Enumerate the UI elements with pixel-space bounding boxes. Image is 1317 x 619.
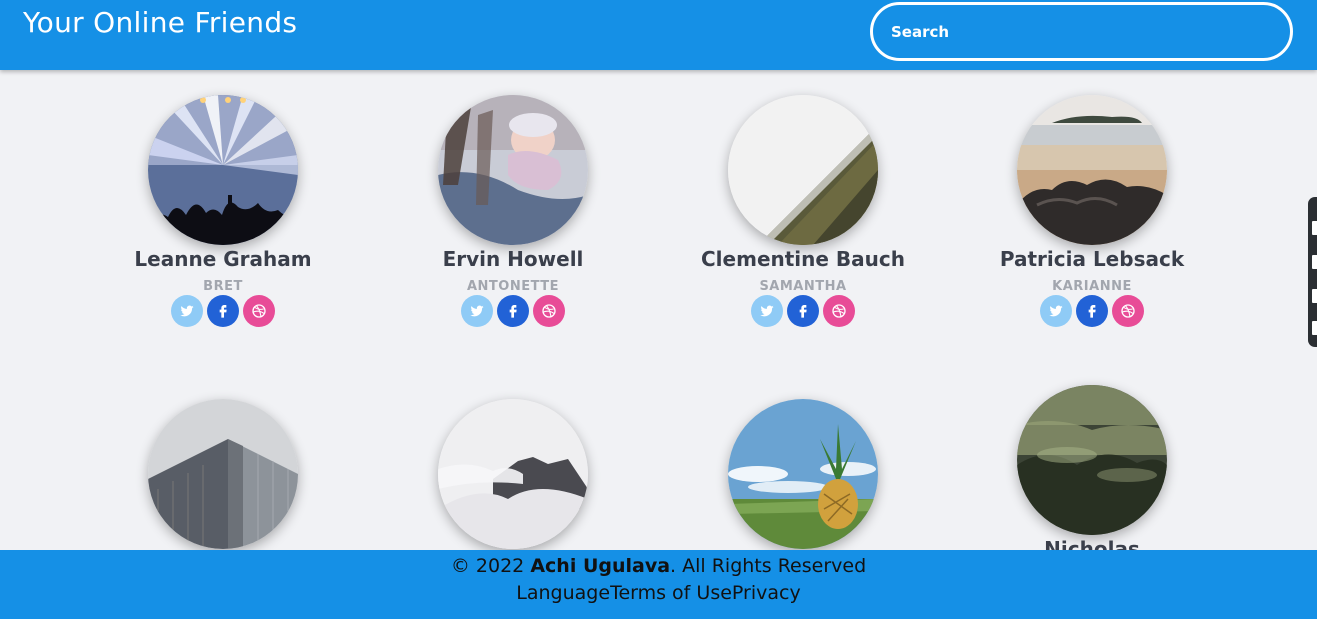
friend-card[interactable]: Patricia Lebsack KARIANNE — [972, 95, 1212, 327]
friend-avatar[interactable] — [148, 95, 298, 245]
friend-username: ANTONETTE — [466, 279, 560, 294]
copyright-year: © 2022 — [450, 555, 525, 577]
friends-grid: Leanne Graham BRET Ervin Howell ANTONETT… — [0, 70, 1317, 550]
twitter-icon[interactable] — [461, 295, 493, 327]
facebook-icon[interactable] — [787, 295, 819, 327]
friend-card[interactable]: Leanne Graham BRET — [103, 95, 343, 327]
footer-link-language[interactable]: Language — [516, 582, 610, 604]
social-links — [972, 295, 1212, 327]
footer-link-terms[interactable]: Terms of Use — [610, 582, 732, 604]
copyright-text: © 2022 Achi Ugulava. All Rights Reserved — [0, 553, 1317, 579]
app-header: Your Online Friends — [0, 0, 1317, 70]
author-name: Achi Ugulava — [530, 555, 671, 577]
friend-name: Clementine Bauch — [701, 247, 905, 271]
friend-card[interactable] — [103, 399, 343, 550]
dribbble-icon[interactable] — [1112, 295, 1144, 327]
footer-links: LanguageTerms of UsePrivacy — [0, 579, 1317, 607]
search-input[interactable] — [870, 2, 1293, 61]
friend-name: Nicholas — [1044, 537, 1140, 550]
friend-card[interactable]: Nicholas — [972, 385, 1212, 550]
rights-text: . All Rights Reserved — [670, 555, 867, 577]
page-footer: © 2022 Achi Ugulava. All Rights Reserved… — [0, 550, 1317, 619]
page-title: Your Online Friends — [23, 6, 298, 39]
friend-name: Leanne Graham — [134, 247, 312, 271]
social-links — [103, 295, 343, 327]
facebook-icon[interactable] — [207, 295, 239, 327]
friend-username: SAMANTHA — [759, 279, 847, 294]
friend-username: KARIANNE — [1052, 279, 1132, 294]
friend-name: Patricia Lebsack — [999, 247, 1185, 271]
friend-card[interactable]: Ervin Howell ANTONETTE — [393, 95, 633, 327]
friend-card[interactable] — [393, 399, 633, 550]
friend-avatar[interactable] — [1017, 95, 1167, 245]
twitter-icon[interactable] — [751, 295, 783, 327]
twitter-icon[interactable] — [1040, 295, 1072, 327]
facebook-icon[interactable] — [1076, 295, 1108, 327]
dribbble-icon[interactable] — [823, 295, 855, 327]
facebook-icon[interactable] — [497, 295, 529, 327]
friend-card[interactable]: Clementine Bauch SAMANTHA — [683, 95, 923, 327]
twitter-icon[interactable] — [171, 295, 203, 327]
social-links — [393, 295, 633, 327]
dribbble-icon[interactable] — [533, 295, 565, 327]
friend-name: Ervin Howell — [442, 247, 584, 271]
friend-username: BRET — [203, 279, 243, 294]
friend-avatar[interactable] — [438, 95, 588, 245]
footer-link-privacy[interactable]: Privacy — [732, 582, 801, 604]
friend-avatar[interactable] — [1017, 385, 1167, 535]
friend-card[interactable] — [683, 399, 923, 550]
dribbble-icon[interactable] — [243, 295, 275, 327]
friend-avatar[interactable] — [438, 399, 588, 549]
social-links — [683, 295, 923, 327]
friend-avatar[interactable] — [148, 399, 298, 549]
friend-avatar[interactable] — [728, 95, 878, 245]
side-panel-handle[interactable] — [1308, 197, 1317, 347]
friend-avatar[interactable] — [728, 399, 878, 549]
